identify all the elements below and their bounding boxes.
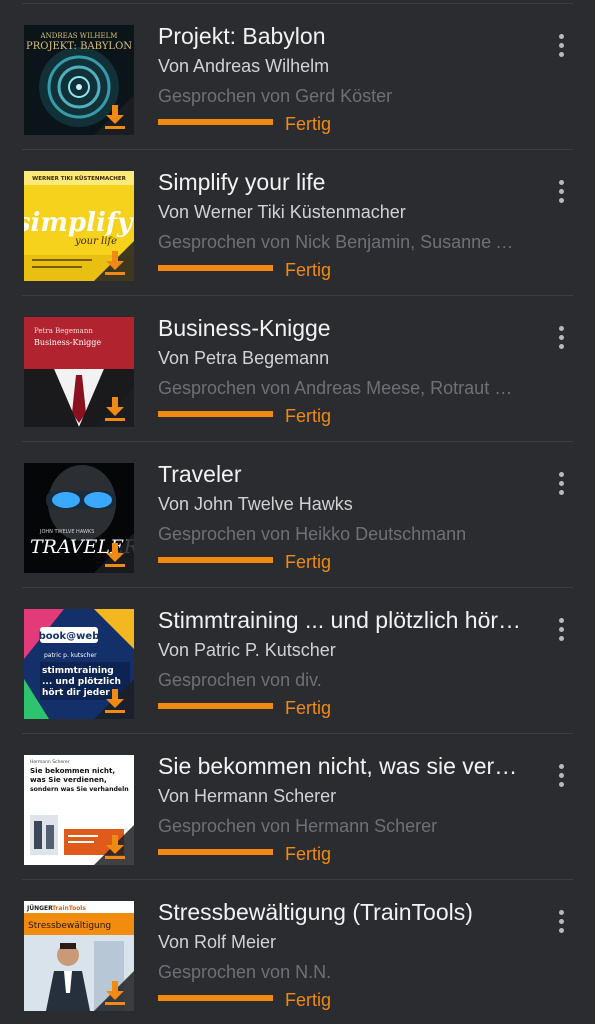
cover-author-text: patric p. kutscher <box>44 652 97 659</box>
book-author: Von John Twelve Hawks <box>158 494 353 514</box>
status-label: Fertig <box>285 552 332 572</box>
book-author: Von Andreas Wilhelm <box>158 56 330 76</box>
progress-bar <box>158 557 273 563</box>
list-item[interactable]: JÜNGER TrainTools Stressbewältigung Stre… <box>0 880 595 1024</box>
book-narrator: Gesprochen von Nick Benjamin, Susanne Ae… <box>158 232 524 252</box>
list-item[interactable]: WERNER TIKI KÜSTENMACHER simplify your l… <box>0 150 595 296</box>
cover-brand-text: book@web <box>39 631 100 642</box>
overflow-menu-icon[interactable] <box>546 174 576 208</box>
cover-series-text: TrainTools <box>52 905 86 912</box>
download-arrow-icon[interactable] <box>94 95 134 135</box>
overflow-menu-icon[interactable] <box>546 466 576 500</box>
book-cover[interactable]: book@web patric p. kutscher stimmtrainin… <box>24 609 134 719</box>
progress-bar <box>158 119 273 125</box>
progress-bar <box>158 995 273 1001</box>
book-cover[interactable]: Hermann Scherer Sie bekommen nicht, was … <box>24 755 134 865</box>
book-narrator: Gesprochen von Gerd Köster <box>158 86 393 106</box>
book-title[interactable]: Stimmtraining ... und plötzlich hört dir… <box>158 605 523 635</box>
progress-bar <box>158 265 273 271</box>
download-arrow-icon[interactable] <box>94 533 134 573</box>
status-label: Fertig <box>285 406 332 426</box>
book-author: Von Petra Begemann <box>158 348 330 368</box>
book-title[interactable]: Business-Knigge <box>158 313 523 343</box>
cover-title-text: Sie bekommen nicht, <box>30 766 115 775</box>
overflow-menu-icon[interactable] <box>546 612 576 646</box>
cover-title-text: sondern was Sie verhandeln <box>30 786 129 793</box>
book-title[interactable]: Stressbewältigung (TrainTools) <box>158 897 523 927</box>
overflow-menu-icon[interactable] <box>546 28 576 62</box>
progress-bar <box>158 411 273 417</box>
progress-bar <box>158 849 273 855</box>
book-title[interactable]: Simplify your life <box>158 167 523 197</box>
cover-author-text: Hermann Scherer <box>30 759 70 765</box>
download-arrow-icon[interactable] <box>94 971 134 1011</box>
status-label: Fertig <box>285 698 332 718</box>
list-item[interactable]: JOHN TWELVE HAWKS TRAVELER Traveler Von … <box>0 442 595 588</box>
list-item[interactable]: book@web patric p. kutscher stimmtrainin… <box>0 588 595 734</box>
status-label: Fertig <box>285 114 332 134</box>
book-narrator: Gesprochen von Heikko Deutschmann <box>158 524 467 544</box>
cover-title-text: Business-Knigge <box>34 338 101 347</box>
cover-author-text: JOHN TWELVE HAWKS <box>39 529 94 535</box>
download-arrow-icon[interactable] <box>94 679 134 719</box>
book-author: Von Rolf Meier <box>158 932 277 952</box>
audiobook-list: ANDREAS WILHELM PROJEKT: BABYLON Projekt… <box>0 0 595 1024</box>
book-narrator: Gesprochen von N.N. <box>158 962 332 982</box>
book-title[interactable]: Sie bekommen nicht, was sie verdienen, s… <box>158 751 523 781</box>
cover-title-text: stimmtraining <box>42 666 114 676</box>
book-cover[interactable]: WERNER TIKI KÜSTENMACHER simplify your l… <box>24 171 134 281</box>
cover-brand-text: JÜNGER <box>26 905 53 912</box>
book-narrator: Gesprochen von Andreas Meese, Rotraut Ri… <box>158 378 524 398</box>
book-author: Von Werner Tiki Küstenmacher <box>158 202 406 222</box>
overflow-menu-icon[interactable] <box>546 904 576 938</box>
status-label: Fertig <box>285 990 332 1010</box>
overflow-menu-icon[interactable] <box>546 320 576 354</box>
book-cover[interactable]: JÜNGER TrainTools Stressbewältigung <box>24 901 134 1011</box>
cover-title-text: Stressbewältigung <box>28 921 111 931</box>
list-item[interactable]: Hermann Scherer Sie bekommen nicht, was … <box>0 734 595 880</box>
download-arrow-icon[interactable] <box>94 387 134 427</box>
overflow-menu-icon[interactable] <box>546 758 576 792</box>
book-cover[interactable]: ANDREAS WILHELM PROJEKT: BABYLON <box>24 25 134 135</box>
cover-title-text: simplify <box>24 208 134 238</box>
cover-title-text: was Sie verdienen, <box>30 775 107 784</box>
book-narrator: Gesprochen von div. <box>158 670 322 690</box>
cover-title-text: PROJEKT: BABYLON <box>26 41 132 52</box>
book-title[interactable]: Projekt: Babylon <box>158 21 523 51</box>
download-arrow-icon[interactable] <box>94 241 134 281</box>
download-arrow-icon[interactable] <box>94 825 134 865</box>
list-item[interactable]: Petra Begemann Business-Knigge Business-… <box>0 296 595 442</box>
book-narrator: Gesprochen von Hermann Scherer <box>158 816 438 836</box>
book-author: Von Patric P. Kutscher <box>158 640 336 660</box>
cover-author-text: Petra Begemann <box>34 327 93 335</box>
list-item[interactable]: ANDREAS WILHELM PROJEKT: BABYLON Projekt… <box>0 4 595 150</box>
book-author: Von Hermann Scherer <box>158 786 337 806</box>
book-cover[interactable]: Petra Begemann Business-Knigge <box>24 317 134 427</box>
book-title[interactable]: Traveler <box>158 459 523 489</box>
cover-author-text: ANDREAS WILHELM <box>40 32 118 40</box>
book-cover[interactable]: JOHN TWELVE HAWKS TRAVELER <box>24 463 134 573</box>
status-label: Fertig <box>285 260 332 280</box>
status-label: Fertig <box>285 844 332 864</box>
progress-bar <box>158 703 273 709</box>
cover-author-text: WERNER TIKI KÜSTENMACHER <box>32 175 126 182</box>
